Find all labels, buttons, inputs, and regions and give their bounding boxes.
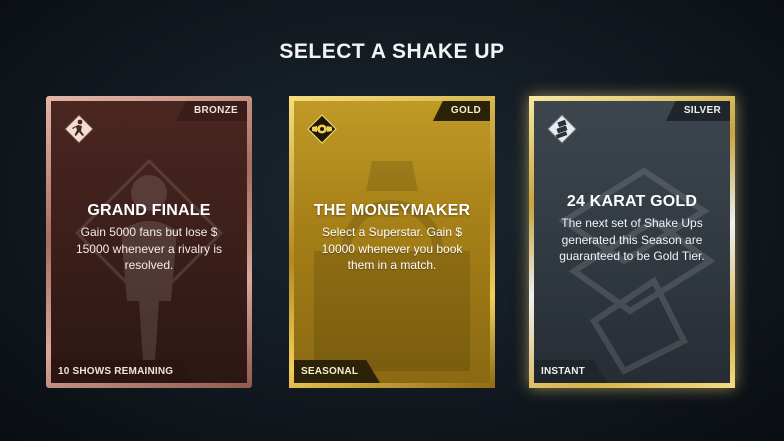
tier-badge: BRONZE (175, 101, 247, 121)
card-description: Select a Superstar. Gain $ 10000 wheneve… (321, 225, 463, 272)
card-title: 24 KARAT GOLD (566, 193, 698, 210)
gold-bars-icon (547, 114, 577, 144)
shake-up-card-the-moneymaker[interactable]: GOLD THE MONEYMAKER Select a Superstar. … (289, 96, 495, 388)
card-title: GRAND FINALE (87, 202, 211, 219)
tier-badge: SILVER (665, 101, 730, 121)
card-description: Gain 5000 fans but lose $ 15000 whenever… (75, 225, 223, 272)
screen-title: SELECT A SHAKE UP (279, 40, 505, 63)
card-duration-label: SEASONAL (294, 360, 380, 383)
shake-up-card-24-karat-gold[interactable]: SILVER 24 KARAT GOLD The next set of Sha… (529, 96, 735, 388)
shake-up-card-grand-finale[interactable]: BRONZE GRAND FINALE Gain 5000 fans but l… (46, 96, 252, 388)
card-body: BRONZE GRAND FINALE Gain 5000 fans but l… (51, 101, 247, 383)
card-title: THE MONEYMAKER (313, 202, 471, 219)
card-body: GOLD THE MONEYMAKER Select a Superstar. … (294, 101, 490, 383)
card-body: SILVER 24 KARAT GOLD The next set of Sha… (534, 101, 730, 383)
running-figure-icon (64, 114, 94, 144)
tier-badge: GOLD (432, 101, 490, 121)
card-description: The next set of Shake Ups generated this… (559, 216, 705, 263)
championship-belt-icon (307, 114, 337, 144)
card-duration-label: 10 SHOWS REMAINING (51, 360, 195, 383)
